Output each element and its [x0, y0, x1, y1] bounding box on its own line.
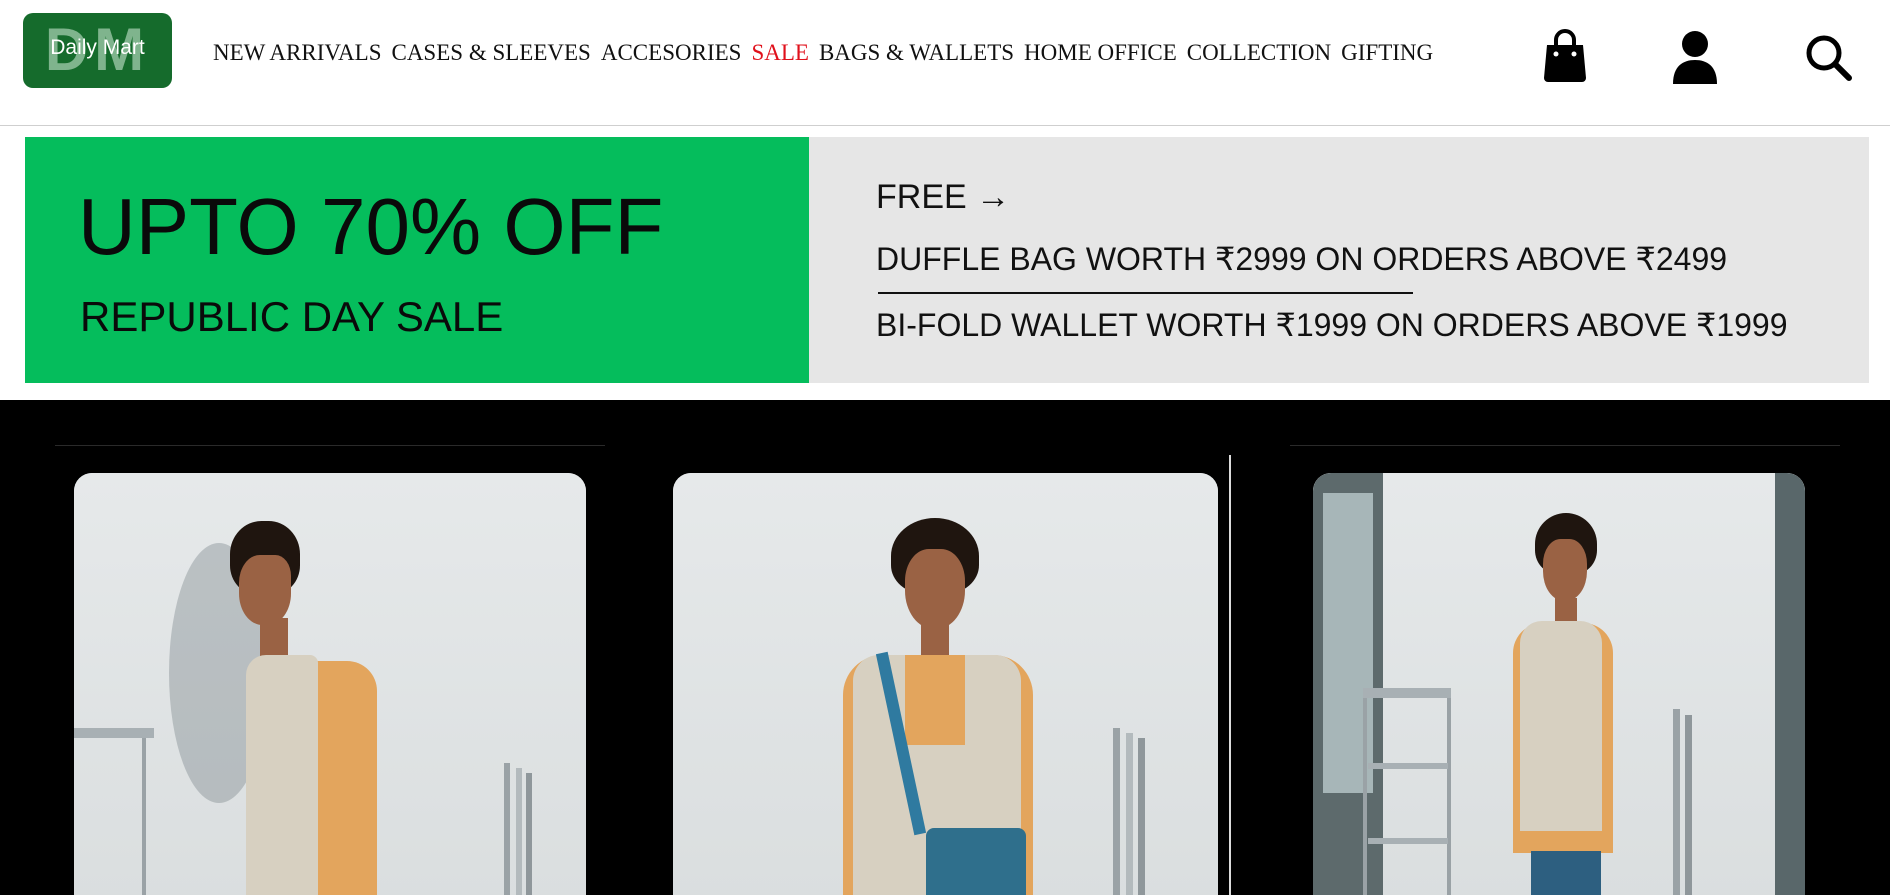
- offer-duffle-bag: DUFFLE BAG WORTH ₹2999 ON ORDERS ABOVE ₹…: [876, 241, 1728, 277]
- site-header: DM Daily Mart NEW ARRIVALS CASES & SLEEV…: [0, 0, 1890, 126]
- model-three-quarter-photo[interactable]: [1313, 473, 1805, 895]
- model-front-view-photo[interactable]: [673, 473, 1218, 895]
- free-offer-title: FREE →: [876, 178, 1011, 216]
- offer-bifold-wallet: BI-FOLD WALLET WORTH ₹1999 ON ORDERS ABO…: [876, 307, 1788, 343]
- sale-headline: UPTO 70% OFF: [78, 182, 664, 271]
- shopping-bag-icon[interactable]: [1540, 28, 1590, 86]
- nav-item-bags-wallets[interactable]: BAGS & WALLETS: [819, 38, 1014, 68]
- nav-item-gifting[interactable]: GIFTING: [1341, 38, 1433, 68]
- nav-item-new-arrivals[interactable]: NEW ARRIVALS: [213, 38, 381, 68]
- nav-item-home-office[interactable]: HOME OFFICE: [1024, 38, 1177, 68]
- sale-banner[interactable]: UPTO 70% OFF REPUBLIC DAY SALE FREE → DU…: [25, 137, 1869, 383]
- nav-item-cases-sleeves[interactable]: CASES & SLEEVES: [391, 38, 590, 68]
- sale-subheadline: REPUBLIC DAY SALE: [80, 293, 504, 340]
- model-side-view-photo[interactable]: [74, 473, 586, 895]
- nav-item-collection[interactable]: COLLECTION: [1187, 38, 1331, 68]
- main-navigation: NEW ARRIVALS CASES & SLEEVES ACCESORIES …: [213, 38, 1433, 68]
- user-account-icon[interactable]: [1670, 28, 1720, 86]
- hero-divider-line: [55, 445, 605, 446]
- brand-logo[interactable]: DM Daily Mart: [23, 13, 172, 88]
- offer-divider: [878, 292, 1413, 294]
- hero-section: [0, 400, 1890, 895]
- sale-banner-left: UPTO 70% OFF REPUBLIC DAY SALE: [25, 137, 809, 383]
- hero-divider-line: [1290, 445, 1840, 446]
- search-icon[interactable]: [1803, 28, 1853, 86]
- logo-text: Daily Mart: [50, 36, 145, 59]
- nav-item-accessories[interactable]: ACCESORIES: [601, 38, 742, 68]
- hero-frame-separator: [1229, 455, 1231, 895]
- nav-item-sale[interactable]: SALE: [751, 38, 809, 68]
